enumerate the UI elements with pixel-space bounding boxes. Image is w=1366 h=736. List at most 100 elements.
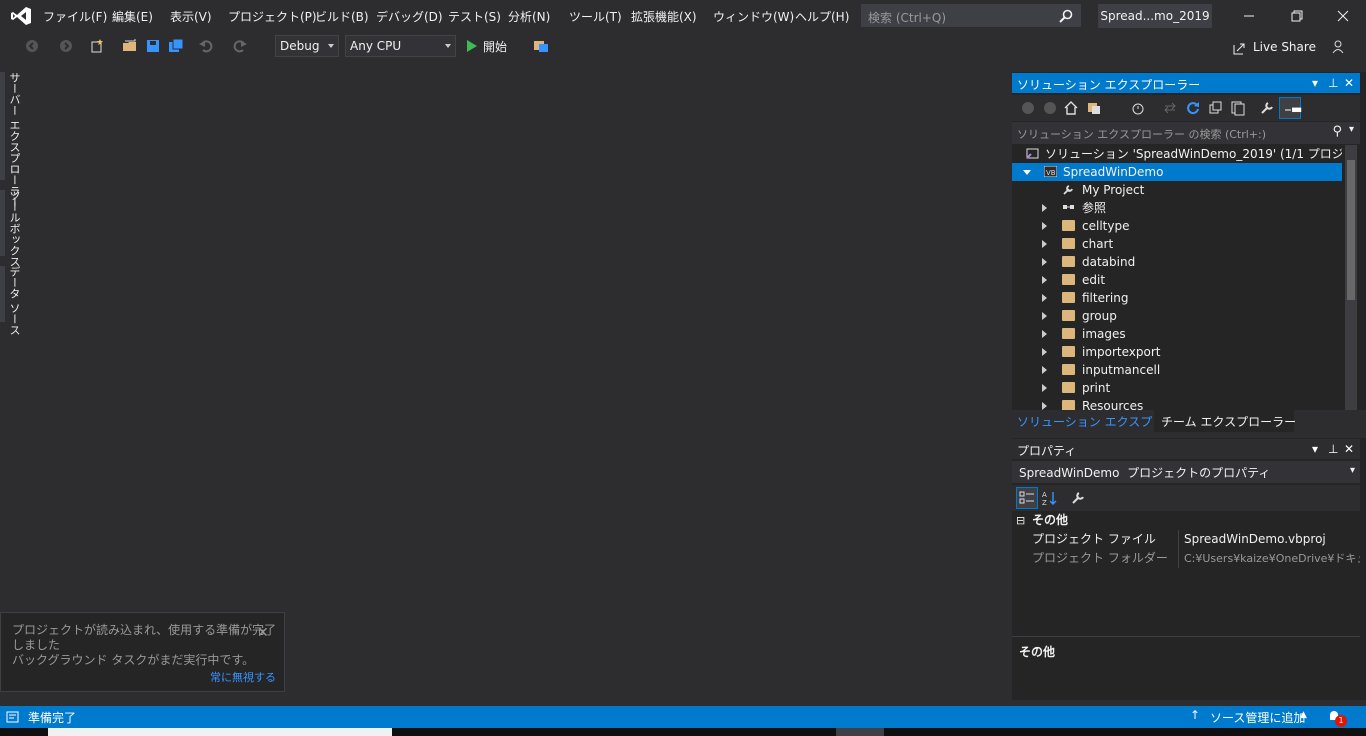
close-icon[interactable]: ✕ bbox=[257, 625, 269, 641]
tree-folder[interactable]: databind bbox=[1012, 253, 1342, 271]
tree-item-my-project[interactable]: My Project bbox=[1012, 181, 1342, 199]
tab-toolbox[interactable]: ツールボックス bbox=[6, 190, 22, 267]
tree-folder[interactable]: group bbox=[1012, 307, 1342, 325]
tab-team-explorer[interactable]: チーム エクスプローラー bbox=[1161, 413, 1296, 430]
menu-test[interactable]: テスト(S) bbox=[448, 8, 501, 25]
expand-arrow-icon[interactable] bbox=[1023, 170, 1031, 175]
open-folder-icon[interactable] bbox=[122, 38, 138, 54]
notification-count-badge: 1 bbox=[1335, 715, 1347, 727]
expand-arrow-icon[interactable] bbox=[1042, 366, 1047, 374]
expand-arrow-icon[interactable] bbox=[1042, 402, 1047, 410]
redo-icon[interactable] bbox=[232, 38, 248, 54]
tab-data-sources[interactable]: データ ソース bbox=[6, 266, 22, 336]
tree-folder[interactable]: inputmancell bbox=[1012, 361, 1342, 379]
output-icon[interactable] bbox=[6, 710, 20, 724]
expand-arrow-icon[interactable] bbox=[1042, 222, 1047, 230]
tree-folder[interactable]: importexport bbox=[1012, 343, 1342, 361]
folder-icon bbox=[1062, 382, 1075, 393]
close-icon[interactable] bbox=[1335, 8, 1351, 24]
menu-extensions[interactable]: 拡張機能(X) bbox=[631, 8, 697, 25]
properties-object-selector[interactable]: SpreadWinDemo プロジェクトのプロパティ ▾ bbox=[1012, 461, 1360, 483]
menu-tools[interactable]: ツール(T) bbox=[569, 8, 622, 25]
tree-folder[interactable]: celltype bbox=[1012, 217, 1342, 235]
pin-icon[interactable]: ⊥ bbox=[1328, 76, 1338, 90]
property-row[interactable]: プロジェクト ファイル SpreadWinDemo.vbproj bbox=[1012, 530, 1360, 549]
dropdown-arrow-icon[interactable]: ▾ bbox=[1312, 442, 1318, 456]
expand-arrow-icon[interactable] bbox=[1042, 276, 1047, 284]
menu-file[interactable]: ファイル(F) bbox=[43, 8, 107, 25]
ignore-always-link[interactable]: 常に無視する bbox=[210, 669, 276, 685]
property-pages-icon[interactable] bbox=[1070, 490, 1086, 506]
collapse-icon[interactable]: ⊟ bbox=[1016, 511, 1025, 530]
search-box[interactable]: 検索 (Ctrl+Q) bbox=[861, 4, 1081, 27]
configuration-dropdown[interactable]: Debug bbox=[275, 35, 339, 57]
platform-dropdown[interactable]: Any CPU bbox=[345, 35, 456, 57]
feedback-icon[interactable] bbox=[1330, 39, 1346, 55]
status-text: 準備完了 bbox=[28, 711, 77, 725]
dropdown-arrow-icon[interactable]: ▾ bbox=[1312, 76, 1318, 90]
tree-folder[interactable]: print bbox=[1012, 379, 1342, 397]
tree-folder[interactable]: edit bbox=[1012, 271, 1342, 289]
menu-view[interactable]: 表示(V) bbox=[170, 8, 212, 25]
properties-wrench-icon[interactable] bbox=[1259, 100, 1275, 116]
solution-explorer-search[interactable]: ソリューション エクスプローラー の検索 (Ctrl+:) ⚲ ▾ bbox=[1012, 122, 1360, 144]
properties-toolbar: AZ bbox=[1012, 485, 1360, 511]
back-icon[interactable] bbox=[1020, 100, 1036, 116]
expand-arrow-icon[interactable] bbox=[1042, 330, 1047, 338]
folder-icon bbox=[1062, 292, 1075, 303]
expand-arrow-icon[interactable] bbox=[1042, 204, 1047, 212]
switch-views-icon[interactable] bbox=[1086, 100, 1102, 116]
pending-changes-icon[interactable] bbox=[1130, 100, 1146, 116]
tree-item-project[interactable]: VB SpreadWinDemo bbox=[1012, 163, 1342, 181]
menu-debug[interactable]: デバッグ(D) bbox=[376, 8, 443, 25]
restore-icon[interactable] bbox=[1289, 8, 1305, 24]
save-icon[interactable] bbox=[145, 38, 161, 54]
pin-icon[interactable]: ⊥ bbox=[1328, 442, 1338, 456]
tree-item-solution[interactable]: ソリューション 'SpreadWinDemo_2019' (1/1 プロジェクト… bbox=[1012, 145, 1342, 163]
home-icon[interactable] bbox=[1063, 100, 1079, 116]
panel-close-icon[interactable]: ✕ bbox=[1344, 442, 1354, 456]
back-icon[interactable] bbox=[24, 38, 40, 54]
menu-edit[interactable]: 編集(E) bbox=[112, 8, 153, 25]
sync-icon[interactable] bbox=[1162, 100, 1178, 116]
menu-analyze[interactable]: 分析(N) bbox=[508, 8, 550, 25]
undo-icon[interactable] bbox=[198, 38, 214, 54]
panel-close-icon[interactable]: ✕ bbox=[1344, 76, 1354, 90]
save-all-icon[interactable] bbox=[168, 38, 184, 54]
categorized-button[interactable] bbox=[1016, 487, 1038, 509]
expand-arrow-icon[interactable] bbox=[1042, 348, 1047, 356]
tree-folder[interactable]: filtering bbox=[1012, 289, 1342, 307]
preview-selected-items-button[interactable]: ⎯▬ bbox=[1279, 97, 1302, 119]
menu-project[interactable]: プロジェクト(P) bbox=[228, 8, 317, 25]
expand-arrow-icon[interactable] bbox=[1042, 312, 1047, 320]
browser-link-icon[interactable] bbox=[533, 38, 549, 54]
tree-folder[interactable]: Resources bbox=[1012, 397, 1342, 410]
expand-arrow-icon[interactable] bbox=[1042, 258, 1047, 266]
show-all-files-icon[interactable] bbox=[1230, 100, 1246, 116]
collapse-all-icon[interactable] bbox=[1208, 100, 1224, 116]
alphabetical-sort-icon[interactable]: AZ bbox=[1042, 490, 1058, 506]
expand-arrow-icon[interactable] bbox=[1042, 294, 1047, 302]
editor-area bbox=[26, 62, 1012, 706]
menu-window[interactable]: ウィンドウ(W) bbox=[713, 8, 794, 25]
tree-folder[interactable]: images bbox=[1012, 325, 1342, 343]
menu-build[interactable]: ビルド(B) bbox=[315, 8, 369, 25]
tab-server-explorer[interactable]: サーバー エクスプローラー bbox=[6, 72, 22, 208]
tree-folder[interactable]: chart bbox=[1012, 235, 1342, 253]
new-project-icon[interactable] bbox=[89, 38, 105, 54]
property-row[interactable]: プロジェクト フォルダー C:¥Users¥kaize¥OneDrive¥ドキュ… bbox=[1012, 549, 1360, 568]
search-placeholder: 検索 (Ctrl+Q) bbox=[868, 11, 947, 25]
tree-item-references[interactable]: 参照 bbox=[1012, 199, 1342, 217]
refresh-icon[interactable] bbox=[1185, 100, 1201, 116]
minimize-icon[interactable] bbox=[1241, 8, 1257, 24]
menu-help[interactable]: ヘルプ(H) bbox=[795, 8, 849, 25]
expand-arrow-icon[interactable] bbox=[1042, 384, 1047, 392]
expand-arrow-icon[interactable] bbox=[1042, 240, 1047, 248]
property-category[interactable]: ⊟ その他 bbox=[1012, 511, 1360, 530]
source-control-button[interactable]: ソース管理に追加 bbox=[1210, 709, 1305, 726]
scrollbar-thumb[interactable] bbox=[1347, 160, 1355, 300]
forward-icon[interactable] bbox=[1042, 100, 1058, 116]
folder-icon bbox=[1062, 256, 1075, 267]
forward-icon[interactable] bbox=[58, 38, 74, 54]
properties-title: プロパティ bbox=[1017, 444, 1077, 458]
